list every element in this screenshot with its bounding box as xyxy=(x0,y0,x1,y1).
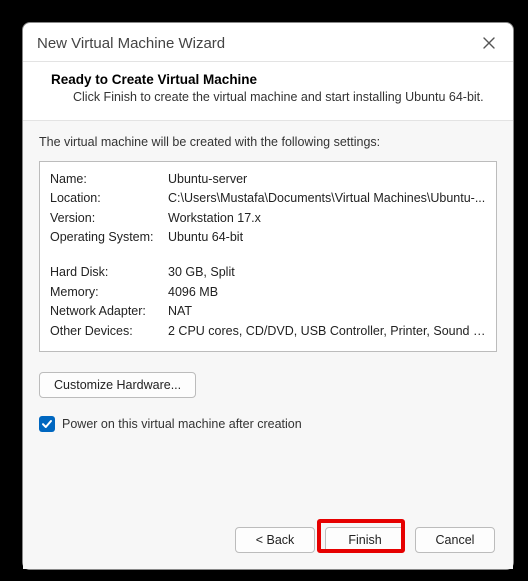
settings-row: Location:C:\Users\Mustafa\Documents\Virt… xyxy=(50,189,486,208)
settings-key: Location: xyxy=(50,189,168,208)
settings-row: Memory:4096 MB xyxy=(50,283,486,302)
settings-value: 2 CPU cores, CD/DVD, USB Controller, Pri… xyxy=(168,322,486,341)
back-button[interactable]: < Back xyxy=(235,527,315,553)
wizard-dialog: New Virtual Machine Wizard Ready to Crea… xyxy=(22,22,514,570)
wizard-heading: Ready to Create Virtual Machine xyxy=(51,72,493,87)
power-on-checkbox[interactable] xyxy=(39,416,55,432)
close-icon[interactable] xyxy=(479,33,499,53)
settings-key: Name: xyxy=(50,170,168,189)
settings-value: 30 GB, Split xyxy=(168,263,486,282)
power-on-checkbox-row[interactable]: Power on this virtual machine after crea… xyxy=(39,416,497,432)
customize-hardware-button[interactable]: Customize Hardware... xyxy=(39,372,196,398)
settings-intro: The virtual machine will be created with… xyxy=(39,135,497,149)
finish-button[interactable]: Finish xyxy=(325,527,405,553)
settings-summary-box: Name:Ubuntu-serverLocation:C:\Users\Must… xyxy=(39,161,497,352)
settings-key: Operating System: xyxy=(50,228,168,247)
settings-value: Workstation 17.x xyxy=(168,209,486,228)
settings-key: Other Devices: xyxy=(50,322,168,341)
settings-value: Ubuntu-server xyxy=(168,170,486,189)
power-on-label: Power on this virtual machine after crea… xyxy=(62,417,302,431)
wizard-header: Ready to Create Virtual Machine Click Fi… xyxy=(23,61,513,121)
wizard-footer: < Back Finish Cancel xyxy=(23,515,513,569)
settings-key: Memory: xyxy=(50,283,168,302)
settings-row: Network Adapter:NAT xyxy=(50,302,486,321)
settings-value: C:\Users\Mustafa\Documents\Virtual Machi… xyxy=(168,189,486,208)
settings-row: Version:Workstation 17.x xyxy=(50,209,486,228)
wizard-description: Click Finish to create the virtual machi… xyxy=(73,89,493,106)
settings-value: Ubuntu 64-bit xyxy=(168,228,486,247)
settings-row: Name:Ubuntu-server xyxy=(50,170,486,189)
settings-row: Operating System:Ubuntu 64-bit xyxy=(50,228,486,247)
dialog-title: New Virtual Machine Wizard xyxy=(37,35,225,52)
wizard-body: The virtual machine will be created with… xyxy=(23,121,513,515)
settings-value: NAT xyxy=(168,302,486,321)
settings-key: Hard Disk: xyxy=(50,263,168,282)
settings-key: Version: xyxy=(50,209,168,228)
cancel-button[interactable]: Cancel xyxy=(415,527,495,553)
settings-key: Network Adapter: xyxy=(50,302,168,321)
settings-row: Hard Disk:30 GB, Split xyxy=(50,263,486,282)
settings-row: Other Devices:2 CPU cores, CD/DVD, USB C… xyxy=(50,322,486,341)
titlebar: New Virtual Machine Wizard xyxy=(23,23,513,61)
settings-value: 4096 MB xyxy=(168,283,486,302)
